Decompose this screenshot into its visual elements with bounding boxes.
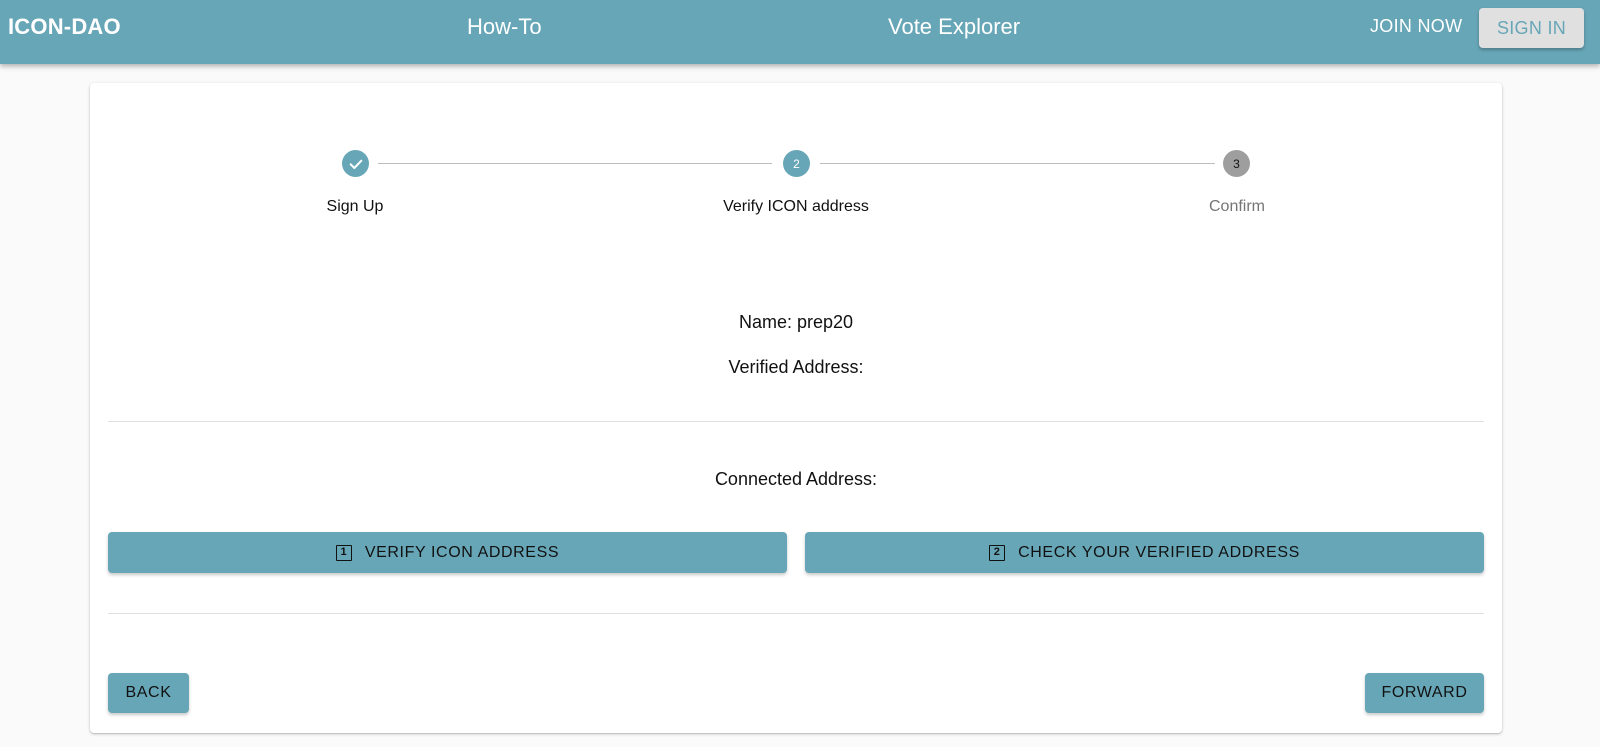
step-label-verify: Verify ICON address [723, 198, 869, 215]
looks-two-icon: 2 [989, 544, 1006, 561]
nav-vote-explorer[interactable]: Vote Explorer [888, 14, 1020, 40]
sign-in-button[interactable]: SIGN IN [1479, 8, 1584, 48]
looks-one-icon: 1 [335, 544, 352, 561]
step-1-indicator [342, 150, 369, 177]
step-label-confirm: Confirm [1208, 198, 1265, 215]
stepper-connector [378, 163, 772, 164]
connected-address-text: Connected Address: [714, 469, 878, 489]
check-button-label: CHECK YOUR VERIFIED ADDRESS [1018, 543, 1300, 561]
verify-icon-address-button[interactable]: 1 VERIFY ICON ADDRESS [108, 532, 787, 573]
forward-button[interactable]: FORWARD [1365, 673, 1484, 713]
divider [108, 613, 1484, 614]
check-verified-address-button[interactable]: 2 CHECK YOUR VERIFIED ADDRESS [805, 532, 1484, 573]
step-2-indicator: 2 [783, 150, 810, 177]
verify-button-label: VERIFY ICON ADDRESS [364, 543, 560, 561]
verification-card: 2 3 Sign Up Verify ICON address Confirm … [90, 83, 1502, 733]
join-now-button[interactable]: JOIN NOW [1370, 16, 1462, 37]
back-button[interactable]: BACK [108, 673, 189, 713]
nav-how-to[interactable]: How-To [467, 14, 542, 40]
brand-logo[interactable]: ICON-DAO [8, 14, 121, 40]
verified-address-text: Verified Address: [728, 357, 864, 377]
app-bar: ICON-DAO How-To Vote Explorer JOIN NOW S… [0, 0, 1600, 64]
divider [108, 421, 1484, 422]
step-3-indicator: 3 [1223, 150, 1250, 177]
user-name-text: Name: prep20 [738, 312, 854, 332]
check-icon [349, 159, 362, 169]
step-label-sign-up: Sign Up [326, 198, 384, 215]
stepper-connector [820, 163, 1215, 164]
